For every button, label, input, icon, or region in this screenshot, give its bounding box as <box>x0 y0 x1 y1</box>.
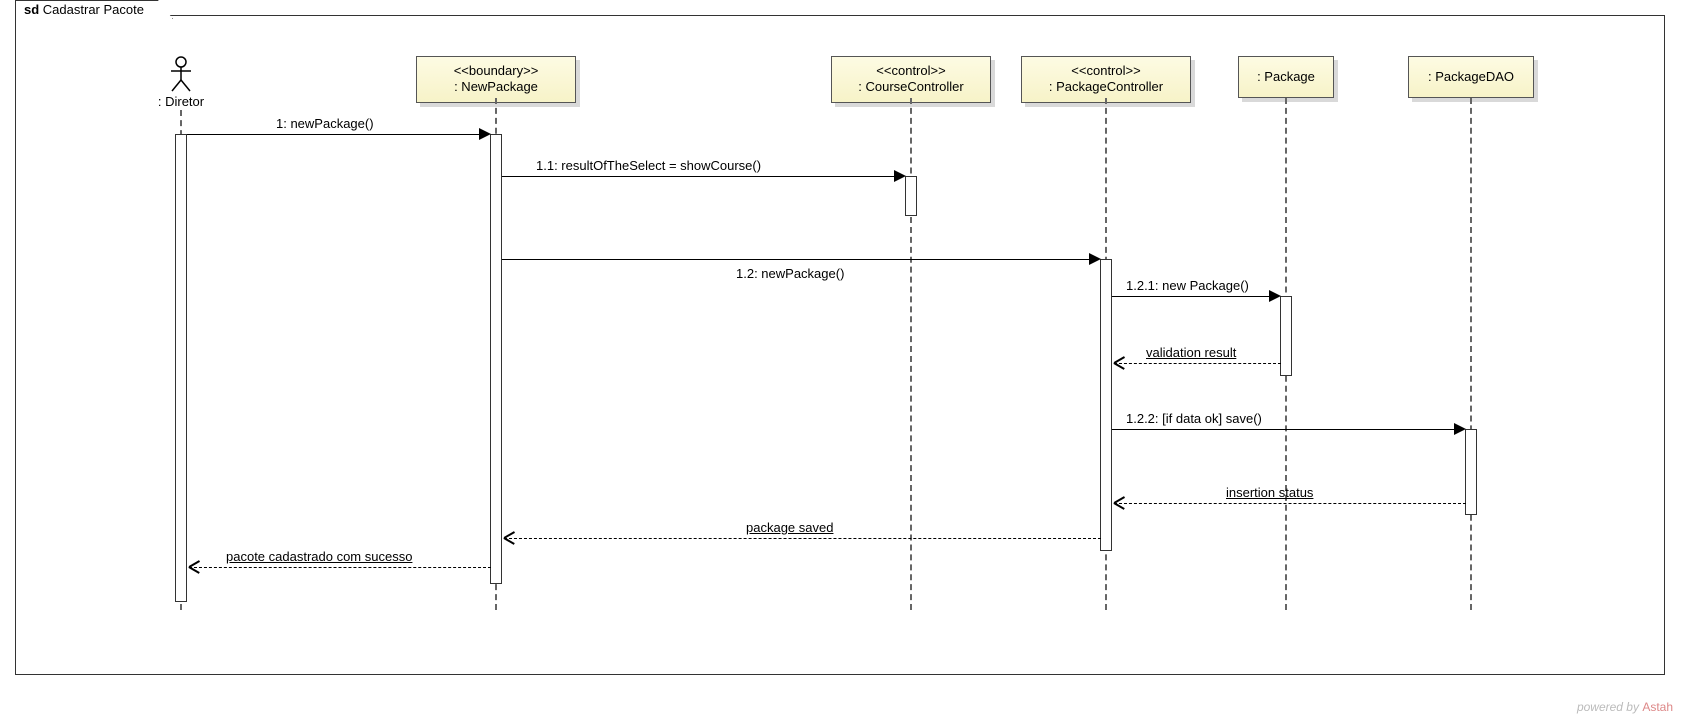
return-insertion-line <box>1114 503 1466 504</box>
return-final-label: pacote cadastrado com sucesso <box>226 549 412 564</box>
msg-1-1-arrow <box>894 170 906 182</box>
return-insertion-label: insertion status <box>1226 485 1313 500</box>
lifeline-name: : Package <box>1249 69 1323 85</box>
sequence-diagram-canvas: sd Cadastrar Pacote : Diretor <<boundary… <box>0 0 1681 716</box>
msg-1-2-1-arrow <box>1269 290 1281 302</box>
frame-prefix: sd <box>24 2 39 17</box>
return-validation-arrow <box>1114 357 1126 369</box>
watermark-text: powered by <box>1577 700 1642 714</box>
msg-1-2-2-arrow <box>1454 423 1466 435</box>
msg-1-2-1-label: 1.2.1: new Package() <box>1126 278 1249 293</box>
return-package-saved-line <box>504 538 1101 539</box>
return-final-line <box>189 567 491 568</box>
msg-1-1-line <box>502 176 896 177</box>
return-insertion-arrow <box>1114 497 1126 509</box>
return-validation-line <box>1114 363 1281 364</box>
msg-1-2-2-line <box>1112 429 1456 430</box>
activation-coursecontroller <box>905 176 917 216</box>
msg-1-2-arrow <box>1089 253 1101 265</box>
lifeline-name: : NewPackage <box>427 79 565 95</box>
msg-1-label: 1: newPackage() <box>276 116 374 131</box>
activation-package <box>1280 296 1292 376</box>
lifeline-packagedao <box>1470 98 1472 610</box>
msg-1-1-label: 1.1: resultOfTheSelect = showCourse() <box>536 158 761 173</box>
activation-actor <box>175 134 187 602</box>
msg-1-2-label: 1.2: newPackage() <box>736 266 844 281</box>
stereo: <<boundary>> <box>427 63 565 79</box>
diagram-frame: sd Cadastrar Pacote : Diretor <<boundary… <box>15 15 1665 675</box>
frame-label: sd Cadastrar Pacote <box>15 0 173 19</box>
return-package-saved-label: package saved <box>746 520 833 535</box>
msg-1-2-2-label: 1.2.2: [if data ok] save() <box>1126 411 1262 426</box>
stereo: <<control>> <box>842 63 980 79</box>
return-final-arrow <box>189 561 201 573</box>
activation-packagecontroller <box>1100 259 1112 551</box>
msg-1-2-1-line <box>1112 296 1271 297</box>
lifeline-head-packagecontroller: <<control>> : PackageController <box>1021 56 1191 103</box>
actor-diretor: : Diretor <box>151 56 211 109</box>
actor-label: : Diretor <box>151 94 211 109</box>
lifeline-name: : PackageDAO <box>1419 69 1523 85</box>
msg-1-arrow <box>479 128 491 140</box>
activation-packagedao <box>1465 429 1477 515</box>
lifeline-coursecontroller <box>910 98 912 610</box>
lifeline-name: : PackageController <box>1032 79 1180 95</box>
frame-title: Cadastrar Pacote <box>43 2 144 17</box>
msg-1-2-line <box>502 259 1091 260</box>
msg-1-line <box>187 134 481 135</box>
watermark: powered by Astah <box>1577 700 1673 714</box>
stereo: <<control>> <box>1032 63 1180 79</box>
lifeline-name: : CourseController <box>842 79 980 95</box>
actor-icon <box>167 56 195 92</box>
activation-newpackage <box>490 134 502 584</box>
lifeline-head-newpackage: <<boundary>> : NewPackage <box>416 56 576 103</box>
lifeline-head-packagedao: : PackageDAO <box>1408 56 1534 98</box>
return-package-saved-arrow <box>504 532 516 544</box>
lifeline-head-coursecontroller: <<control>> : CourseController <box>831 56 991 103</box>
lifeline-head-package: : Package <box>1238 56 1334 98</box>
return-validation-label: validation result <box>1146 345 1236 360</box>
watermark-brand: Astah <box>1642 700 1673 714</box>
